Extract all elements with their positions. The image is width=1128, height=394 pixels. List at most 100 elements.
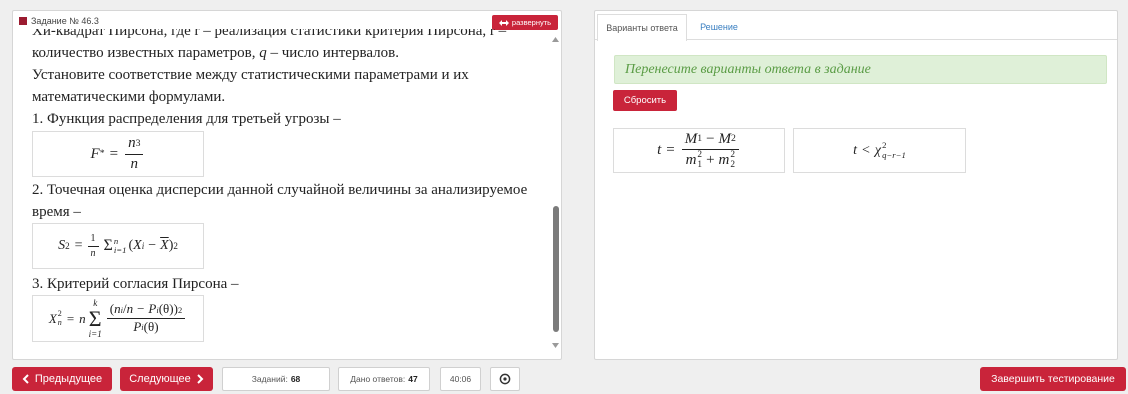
formula-relation: = [109,146,119,162]
sum-lower-limit: i=1 [88,329,102,339]
sum-operator: Σ n i=1 [104,236,127,255]
answer-option-card[interactable]: t = M1 − M2 m 2 1 + m 2 2 [613,128,785,173]
previous-button-label: Предыдущее [34,373,103,385]
expand-button-label: развернуть [511,18,552,27]
formula-relation: < [862,142,870,158]
tasks-count-box: Заданий: 68 [222,367,330,391]
formula-number: 1 [90,233,96,244]
finish-test-label: Завершить тестирование [991,373,1115,385]
tasks-count-label: Заданий: [251,374,288,384]
sigma-symbol: Σ [88,306,102,331]
previous-button[interactable]: Предыдущее [12,367,112,391]
answered-count-label: Дано ответов: [350,374,406,384]
formula-symbol: M [718,130,732,147]
question-text: Хи-квадрат Пирсона, где r – реализация с… [13,29,550,355]
sum-operator: k Σ i=1 [89,298,102,339]
formula-subscript: q−r−1 [882,149,906,160]
expand-button[interactable]: развернуть [492,15,558,30]
formula-argument: (θ) [143,319,159,334]
item-3-formula: X 2 n = n k Σ i=1 (n i / n − Pi (θ)) 2 P… [49,298,187,339]
formula-symbol: M [684,130,698,147]
scrollbar-thumb[interactable] [553,206,559,332]
formula-operator: − [148,237,157,253]
sum-lower-limit: i=1 [113,245,127,255]
formula-operator: + [706,152,715,168]
formula-argument: (θ) [158,301,174,317]
formula-symbol: n [90,247,96,259]
arrow-up-icon[interactable] [552,37,559,42]
formula-mean-symbol: X [160,237,169,253]
answer-option-formula: t < χ 2 q−r−1 [853,141,906,159]
item-2-label: время – [32,204,81,220]
timer-value: 40:06 [449,374,472,384]
question-line: количество известных параметров, q – чис… [32,42,550,64]
formula-symbol: P [148,301,157,317]
formula-subscript: 2 [730,159,736,170]
formula-symbol: t [853,142,858,158]
item-1-label: 1. Функция распределения для третьей угр… [32,111,341,127]
finish-test-button[interactable]: Завершить тестирование [980,367,1126,391]
chevron-left-icon [22,374,29,384]
task-title: Задание № 46.3 [31,16,99,26]
formula-symbol: F [90,146,100,162]
formula-relation: = [74,237,83,253]
formula-fraction: n3 n [125,135,144,173]
formula-symbol: m [685,152,697,168]
sigma-symbol: Σ [103,237,113,255]
item-2-formula: S2 = 1 n Σ n i=1 (Xi − X) 2 [58,233,178,259]
item-1-formula: F * = n3 n [91,135,146,173]
formula-symbol: X [48,310,57,326]
item-2-formula-box: S2 = 1 n Σ n i=1 (Xi − X) 2 [32,223,204,269]
formula-relation: = [666,142,675,158]
answered-count-box: Дано ответов: 47 [338,367,430,391]
formula-symbol: S [58,237,66,253]
formula-symbol: n [79,310,86,326]
settings-button[interactable] [490,367,520,391]
formula-subscript: 1 [697,159,703,170]
formula-symbol: X [133,237,142,253]
scrollbar[interactable] [551,37,560,348]
expand-arrows-icon [498,19,509,26]
formula-operator: − [137,301,145,317]
formula-fraction: (n i / n − Pi (θ)) 2 Pi (θ) [106,301,186,335]
settings-icon [499,373,511,385]
tasks-count-value: 68 [290,374,301,384]
next-button[interactable]: Следующее [120,367,213,391]
timer: 40:06 [440,367,481,391]
formula-symbol: P [133,319,142,334]
formula-fraction: 1 n [87,233,99,259]
answered-count-value: 47 [408,374,418,384]
formula-symbol: χ [874,142,882,158]
item-3-formula-box: X 2 n = n k Σ i=1 (n i / n − Pi (θ)) 2 P… [32,295,204,342]
answer-option-formula: t = M1 − M2 m 2 1 + m 2 2 [657,131,741,171]
question-text-run: количество известных параметров, [32,45,260,61]
question-text-run: – число интервалов. [266,45,399,61]
instruction-line: Установите соответствие между статистиче… [32,67,469,83]
formula-symbol: m [718,152,730,168]
chevron-right-icon [197,374,204,384]
tab-solution[interactable]: Решение [691,14,747,41]
instruction-alert: Перенесите варианты ответа в задание [614,55,1107,84]
arrow-down-icon[interactable] [552,343,559,348]
formula-symbol: n [130,155,139,172]
formula-symbol: n [126,301,134,317]
formula-symbol: n [114,301,121,317]
tab-answer-options[interactable]: Варианты ответа [597,14,687,41]
item-1-formula-box: F * = n3 n [32,131,204,177]
square-icon [19,17,27,25]
formula-symbol: t [657,142,662,158]
answers-panel: Варианты ответа Решение Перенесите вариа… [594,10,1118,360]
item-2-label: 2. Точечная оценка дисперсии данной случ… [32,182,528,198]
item-3-label: 3. Критерий согласия Пирсона – [32,276,239,292]
variable-q: q [259,45,267,61]
task-panel: Задание № 46.3 развернуть Хи-квадрат Пир… [12,10,562,360]
question-line: Хи-квадрат Пирсона, где r – реализация с… [32,29,507,39]
answer-option-card[interactable]: t < χ 2 q−r−1 [793,128,966,173]
next-button-label: Следующее [129,373,191,385]
formula-symbol: n [128,135,136,152]
instruction-line: математическими формулами. [32,89,226,105]
formula-subscript: n [57,317,62,327]
formula-fraction: M1 − M2 m 2 1 + m 2 2 [681,130,739,171]
reset-button[interactable]: Сбросить [613,90,677,111]
formula-relation: = [66,310,75,326]
